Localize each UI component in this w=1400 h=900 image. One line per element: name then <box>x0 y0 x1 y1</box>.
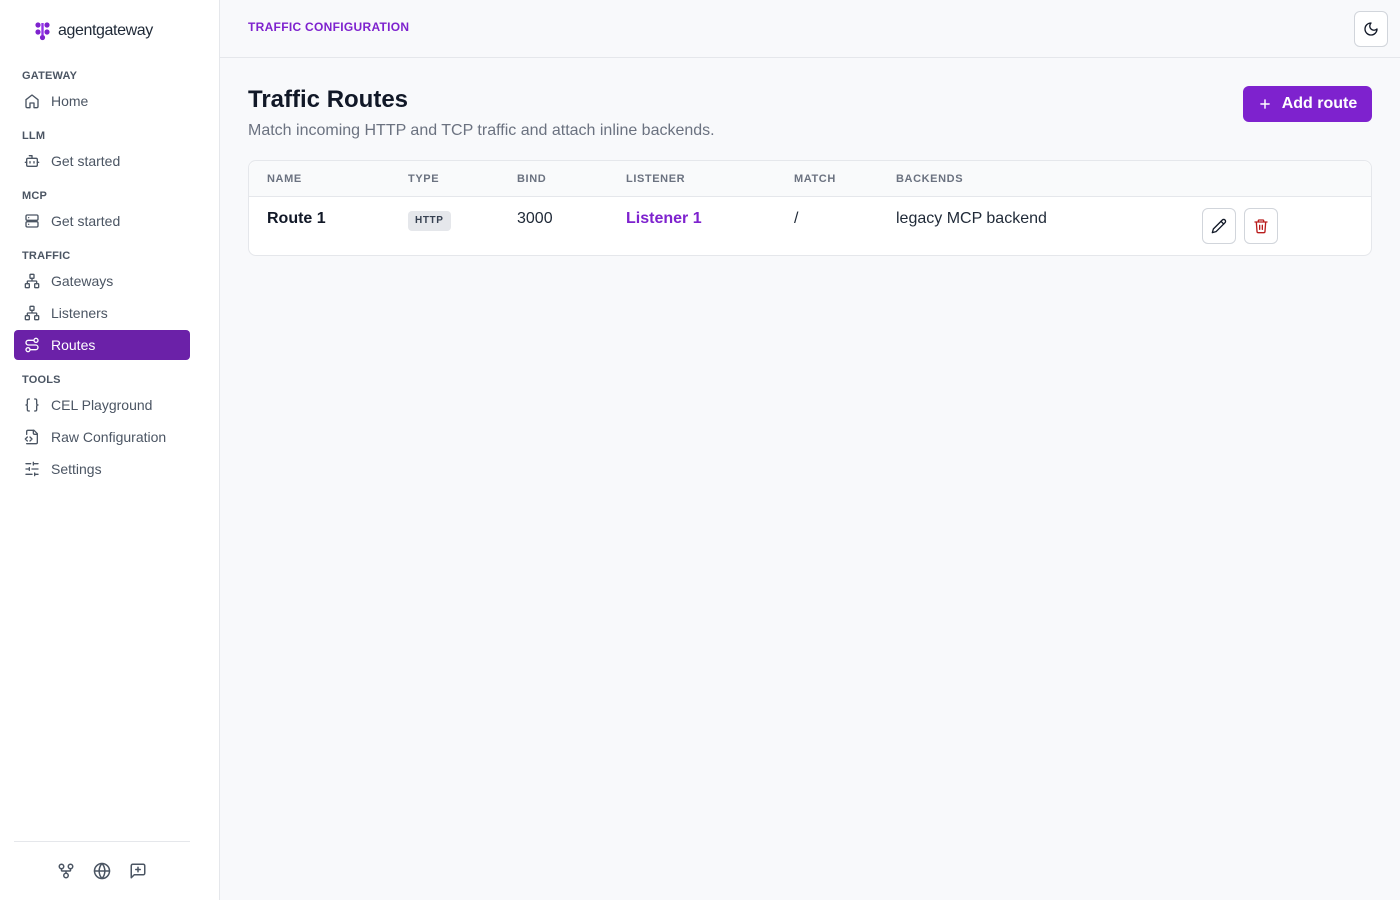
git-fork-icon[interactable] <box>57 862 75 880</box>
sidebar-item-home[interactable]: Home <box>14 86 190 116</box>
sidebar-item-label: Get started <box>51 153 121 169</box>
sidebar-item-label: Settings <box>51 461 102 477</box>
sliders-icon <box>25 461 39 477</box>
home-icon <box>25 94 39 109</box>
sidebar-item-listeners[interactable]: Listeners <box>14 298 190 328</box>
network-icon <box>24 305 40 321</box>
column-header-listener: LISTENER <box>626 173 686 185</box>
nav-section-tools: TOOLS <box>22 374 61 386</box>
file-code-icon <box>24 429 38 445</box>
page-title: Traffic Routes <box>248 86 409 113</box>
feedback-icon[interactable] <box>129 862 147 880</box>
sidebar-item-label: Gateways <box>51 273 114 289</box>
route-bind: 3000 <box>517 210 553 227</box>
sidebar-item-label: Listeners <box>51 305 108 321</box>
sidebar-item-llm-get-started[interactable]: Get started <box>14 146 190 176</box>
sidebar-nav: GATEWAY Home LLM Get started MCP Get sta… <box>14 66 190 486</box>
logo-text: agentgateway <box>58 22 153 39</box>
delete-route-button[interactable] <box>1244 208 1278 244</box>
sidebar-footer <box>14 841 190 900</box>
sidebar-item-raw-configuration[interactable]: Raw Configuration <box>14 422 190 452</box>
braces-icon <box>25 398 39 412</box>
top-bar: TRAFFIC CONFIGURATION <box>220 0 1400 58</box>
sidebar-item-label: Get started <box>51 213 121 229</box>
nav-section-traffic: TRAFFIC <box>22 250 71 262</box>
column-header-match: MATCH <box>794 173 836 185</box>
sidebar-item-gateways[interactable]: Gateways <box>14 266 190 296</box>
plus-icon <box>1259 99 1270 109</box>
column-header-name: NAME <box>267 173 302 185</box>
nav-section-mcp: MCP <box>22 190 48 202</box>
route-listener-link[interactable]: Listener 1 <box>626 210 702 228</box>
route-type-badge: HTTP <box>408 211 451 231</box>
sidebar-item-settings[interactable]: Settings <box>14 454 190 484</box>
nav-section-gateway: GATEWAY <box>22 70 78 82</box>
table-header: NAME TYPE BIND LISTENER MATCH BACKENDS <box>249 161 1371 197</box>
route-name: Route 1 <box>267 210 326 227</box>
column-header-backends: BACKENDS <box>896 173 964 185</box>
nav-section-llm: LLM <box>22 130 46 142</box>
column-header-type: TYPE <box>408 173 440 185</box>
add-route-button[interactable]: Add route <box>1243 86 1372 122</box>
sidebar-item-label: Home <box>51 93 89 109</box>
theme-toggle-button[interactable] <box>1354 11 1388 47</box>
sidebar: agentgateway GATEWAY Home LLM Get starte… <box>0 0 220 900</box>
sidebar-item-label: CEL Playground <box>51 397 153 413</box>
pencil-icon <box>1211 218 1227 234</box>
sidebar-item-mcp-get-started[interactable]: Get started <box>14 206 190 236</box>
trash-icon <box>1254 219 1268 234</box>
sidebar-item-routes[interactable]: Routes <box>14 330 190 360</box>
sidebar-item-cel-playground[interactable]: CEL Playground <box>14 390 190 420</box>
server-icon <box>25 214 39 228</box>
agentgateway-logo-icon <box>35 22 50 41</box>
add-route-label: Add route <box>1281 95 1358 112</box>
network-icon <box>24 273 40 289</box>
route-match: / <box>794 210 799 227</box>
column-header-bind: BIND <box>517 173 547 185</box>
logo[interactable]: agentgateway <box>34 20 153 42</box>
route-icon <box>25 337 39 353</box>
globe-icon[interactable] <box>93 862 111 880</box>
routes-table: NAME TYPE BIND LISTENER MATCH BACKENDS R… <box>248 160 1372 256</box>
page-subtitle: Match incoming HTTP and TCP traffic and … <box>248 122 715 139</box>
bot-icon <box>24 155 40 167</box>
edit-route-button[interactable] <box>1202 208 1236 244</box>
sidebar-item-label: Routes <box>51 337 96 353</box>
sidebar-item-label: Raw Configuration <box>51 429 167 445</box>
moon-icon <box>1364 22 1378 36</box>
breadcrumb: TRAFFIC CONFIGURATION <box>248 20 410 34</box>
route-backends: legacy MCP backend <box>896 210 1047 227</box>
